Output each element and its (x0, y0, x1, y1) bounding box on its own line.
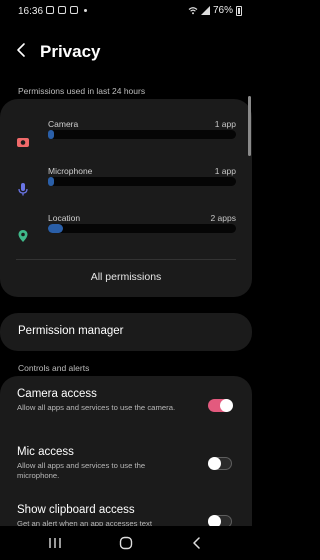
page-title: Privacy (40, 42, 101, 61)
permission-count: 2 apps (210, 213, 236, 223)
notification-icon (46, 6, 54, 14)
permission-row-location[interactable]: Location 2 apps (0, 213, 252, 253)
usage-bar-fill (48, 224, 63, 233)
usage-bar-track (48, 130, 236, 139)
mic-access-title: Mic access (17, 446, 74, 458)
camera-access-title: Camera access (17, 388, 97, 400)
permission-name: Microphone (48, 166, 93, 176)
app-header: Privacy (0, 36, 252, 66)
status-bar: 16:36 76% (0, 0, 252, 24)
notification-icons (46, 6, 87, 14)
home-button[interactable] (115, 534, 137, 552)
camera-access-toggle[interactable] (208, 399, 233, 412)
recents-icon (49, 538, 61, 548)
permission-name: Location (48, 213, 81, 223)
card-divider (16, 259, 236, 260)
wifi-icon (188, 7, 198, 15)
all-permissions-button[interactable]: All permissions (0, 271, 252, 283)
camera-access-item[interactable]: Camera access Allow all apps and service… (0, 388, 252, 440)
permission-count: 1 app (214, 166, 236, 176)
mic-access-desc: Allow all apps and services to use the m… (17, 461, 146, 480)
permission-count: 1 app (214, 119, 236, 129)
back-icon (193, 537, 200, 549)
image-icon (58, 6, 66, 14)
home-icon (119, 536, 133, 550)
permission-manager-item[interactable]: Permission manager (0, 313, 252, 351)
controls-section-label: Controls and alerts (18, 363, 90, 373)
mic-access-item[interactable]: Mic access Allow all apps and services t… (0, 446, 252, 498)
camera-icon (17, 138, 29, 147)
microphone-icon (18, 183, 28, 196)
scroll-indicator[interactable] (248, 96, 251, 156)
permission-manager-label: Permission manager (18, 325, 124, 337)
camera-access-desc: Allow all apps and services to use the c… (17, 403, 176, 412)
permissions-section-label: Permissions used in last 24 hours (18, 86, 146, 96)
status-time: 16:36 (18, 6, 44, 17)
settings-notification-icon (70, 6, 78, 14)
permission-name: Camera (48, 119, 79, 129)
usage-bar-track (48, 224, 236, 233)
battery-percent: 76% (212, 5, 233, 16)
navigation-bar (0, 526, 252, 560)
toggle-knob (208, 457, 221, 470)
battery-icon (236, 5, 242, 16)
clipboard-access-title: Show clipboard access (17, 504, 135, 516)
usage-bar-fill (48, 130, 54, 139)
recents-button[interactable] (44, 534, 66, 552)
more-notifications-icon (84, 8, 87, 12)
location-icon (18, 230, 28, 242)
usage-bar-track (48, 177, 236, 186)
permission-row-camera[interactable]: Camera 1 app (0, 119, 252, 159)
mic-access-toggle[interactable] (208, 457, 232, 470)
permissions-usage-card: Camera 1 app Microphone 1 app Location 2… (0, 99, 252, 297)
usage-bar-fill (48, 177, 54, 186)
toggle-knob (220, 399, 233, 412)
back-button[interactable] (186, 534, 208, 552)
signal-icon (200, 6, 210, 15)
back-arrow-icon[interactable] (14, 42, 30, 58)
permission-row-microphone[interactable]: Microphone 1 app (0, 166, 252, 206)
status-right: 76% (188, 5, 242, 16)
